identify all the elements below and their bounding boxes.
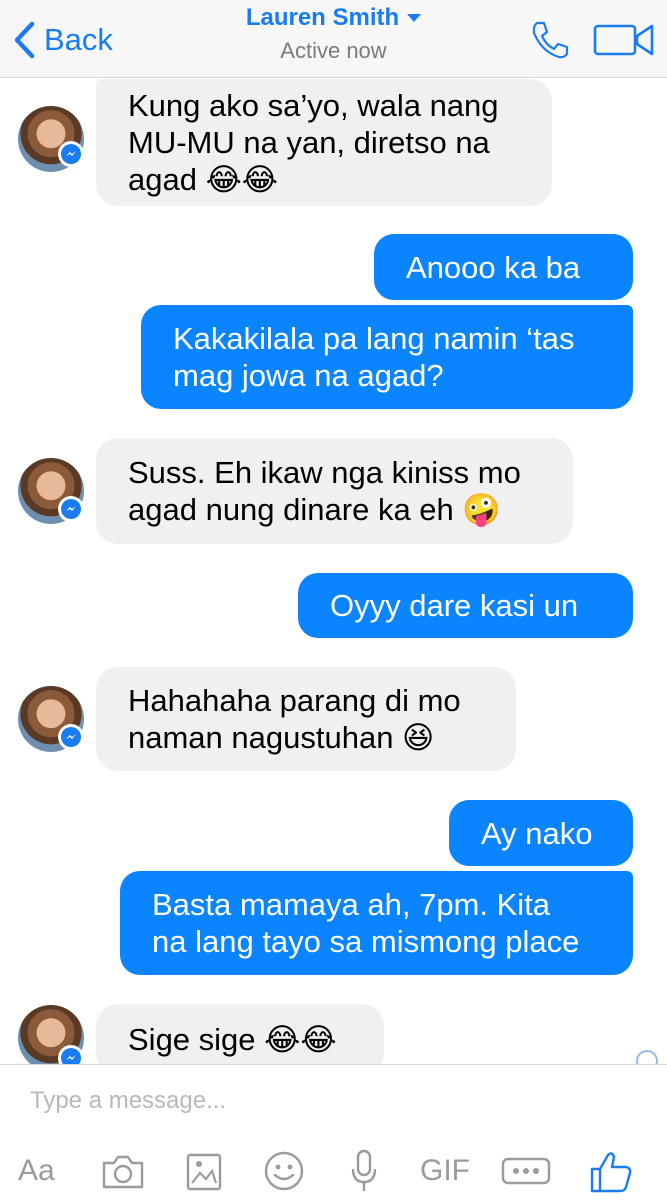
message-bubble[interactable]: Hahahaha parang di mo naman nagustuhan 😆 <box>96 667 516 771</box>
composer: Type a message... Aa GIF <box>0 1064 667 1200</box>
message-list[interactable]: Kung ako sa’yo, wala nang MU-MU na yan, … <box>0 79 667 1064</box>
emoji-icon[interactable] <box>262 1147 306 1195</box>
phone-icon[interactable] <box>528 18 572 62</box>
messenger-badge-icon <box>58 496 84 522</box>
message-bubble[interactable]: Suss. Eh ikaw nga kiniss mo agad nung di… <box>96 438 573 544</box>
conversation-header: Back Lauren Smith Active now <box>0 0 667 78</box>
message-bubble[interactable]: Ay nako <box>449 800 633 866</box>
more-icon[interactable] <box>500 1147 552 1195</box>
message-bubble[interactable]: Kung ako sa’yo, wala nang MU-MU na yan, … <box>96 79 552 206</box>
message-bubble[interactable]: Kakakilala pa lang namin ‘tas mag jowa n… <box>141 305 633 409</box>
contact-name: Lauren Smith <box>245 4 400 31</box>
gallery-icon[interactable] <box>182 1147 226 1195</box>
messenger-badge-icon <box>58 1045 84 1064</box>
messenger-badge-icon <box>58 141 84 167</box>
text-format-button[interactable]: Aa <box>18 1147 55 1195</box>
message-input[interactable]: Type a message... <box>30 1087 226 1115</box>
camera-icon[interactable] <box>100 1147 146 1195</box>
video-camera-icon[interactable] <box>592 20 656 60</box>
thumbs-up-icon[interactable] <box>588 1147 634 1195</box>
microphone-icon[interactable] <box>346 1147 382 1195</box>
messenger-badge-icon <box>58 724 84 750</box>
caret-down-icon <box>407 14 422 22</box>
gif-button[interactable]: GIF <box>420 1147 470 1195</box>
composer-toolbar: Aa GIF <box>0 1147 667 1197</box>
message-bubble[interactable]: Basta mamaya ah, 7pm. Kita na lang tayo … <box>120 871 633 975</box>
message-bubble[interactable]: Anooo ka ba <box>374 234 633 300</box>
message-bubble[interactable]: Oyyy dare kasi un <box>298 573 633 638</box>
message-bubble[interactable]: Sige sige 😂😂 <box>96 1004 384 1064</box>
